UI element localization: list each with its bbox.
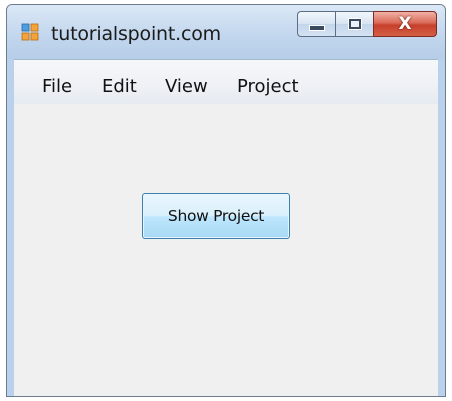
maximize-icon (348, 19, 361, 29)
window-title: tutorialspoint.com (51, 23, 221, 45)
minimize-button[interactable] (297, 11, 335, 37)
application-icon[interactable] (21, 23, 39, 41)
show-project-button[interactable]: Show Project (142, 193, 290, 239)
title-bar[interactable]: tutorialspoint.com X (7, 5, 445, 59)
menu-bar: File Edit View Project (14, 60, 438, 104)
close-icon: X (398, 13, 412, 34)
menu-item-file[interactable]: File (42, 76, 72, 97)
menu-item-edit[interactable]: Edit (102, 76, 137, 97)
menu-item-project[interactable]: Project (237, 76, 299, 97)
caption-buttons: X (297, 11, 437, 39)
minimize-icon (308, 25, 325, 31)
form-client-area: File Edit View Project Show Project (14, 59, 438, 396)
maximize-button[interactable] (335, 11, 373, 37)
application-window: tutorialspoint.com X File Edit View Proj… (6, 4, 446, 397)
menu-item-view[interactable]: View (165, 76, 208, 97)
close-button[interactable]: X (373, 11, 437, 37)
